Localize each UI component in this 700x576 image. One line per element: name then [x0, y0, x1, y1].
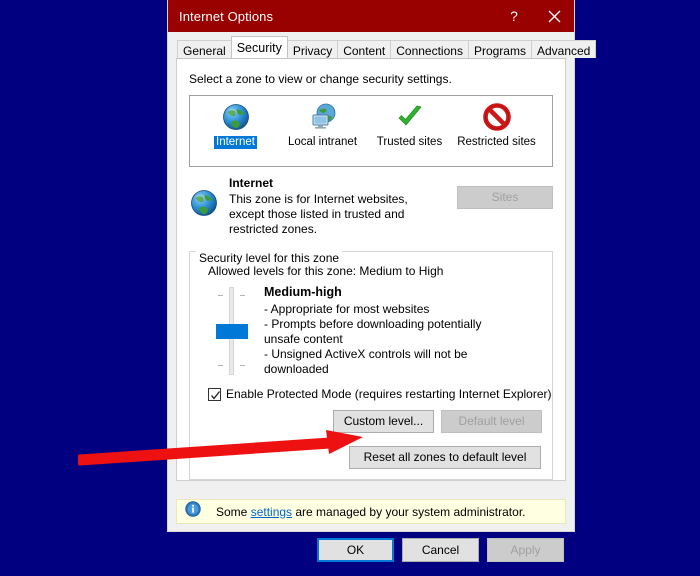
reset-button-row: Reset all zones to default level	[200, 446, 542, 469]
level-button-row: Custom level... Default level	[200, 410, 542, 433]
help-button[interactable]: ?	[494, 0, 534, 32]
tab-content[interactable]: Content	[337, 40, 392, 58]
admin-notice-suffix: are managed by your system administrator…	[292, 504, 526, 519]
security-level-group: Security level for this zone Allowed lev…	[189, 251, 553, 480]
security-tab-panel: Select a zone to view or change security…	[176, 58, 566, 481]
zone-label-restricted-sites: Restricted sites	[457, 136, 536, 148]
security-level-legend: Security level for this zone	[196, 251, 343, 265]
zone-instruction-label: Select a zone to view or change security…	[189, 72, 452, 86]
allowed-levels-label: Allowed levels for this zone: Medium to …	[208, 264, 444, 278]
tab-privacy[interactable]: Privacy	[286, 40, 339, 58]
reset-all-zones-button[interactable]: Reset all zones to default level	[349, 446, 541, 469]
zone-description-body: This zone is for Internet websites, exce…	[229, 192, 408, 236]
close-icon[interactable]	[534, 0, 574, 32]
zone-description: Internet This zone is for Internet websi…	[189, 176, 553, 237]
settings-link[interactable]: settings	[251, 505, 292, 519]
zone-item-restricted-sites[interactable]: Restricted sites	[453, 100, 540, 166]
security-level-text: Medium-high - Appropriate for most websi…	[258, 285, 542, 377]
slider-tick	[218, 295, 223, 296]
zone-item-local-intranet[interactable]: Local intranet	[279, 100, 366, 166]
green-check-icon	[395, 100, 425, 134]
info-icon	[185, 501, 201, 522]
admin-notice-prefix: Some	[216, 504, 251, 519]
intranet-icon	[308, 100, 338, 134]
slider-tick	[240, 295, 245, 296]
zone-item-internet[interactable]: Internet	[192, 100, 279, 166]
default-level-button[interactable]: Default level	[441, 410, 542, 433]
protected-mode-row[interactable]: Enable Protected Mode (requires restarti…	[208, 387, 552, 401]
sites-button[interactable]: Sites	[457, 186, 553, 209]
ok-button[interactable]: OK	[317, 538, 394, 562]
security-level-slider[interactable]	[204, 285, 258, 377]
apply-button[interactable]: Apply	[487, 538, 564, 562]
admin-notice-bar: Some settings are managed by your system…	[176, 499, 566, 524]
protected-mode-checkbox[interactable]	[208, 387, 221, 401]
security-level-row: Medium-high - Appropriate for most websi…	[204, 285, 542, 377]
tab-general[interactable]: General	[177, 40, 232, 58]
zone-list[interactable]: Internet Local intranet Trusted sites Re…	[189, 95, 553, 167]
security-level-bullet: - Prompts before downloading potentially…	[264, 317, 482, 346]
red-prohibition-icon	[482, 100, 512, 134]
protected-mode-label: Enable Protected Mode (requires restarti…	[226, 387, 552, 401]
internet-options-dialog: Internet Options ? General Security Priv…	[168, 0, 597, 562]
zone-item-trusted-sites[interactable]: Trusted sites	[366, 100, 453, 166]
globe-icon	[221, 100, 251, 134]
globe-icon	[189, 176, 229, 237]
admin-notice-text: Some settings are managed by your system…	[216, 505, 525, 519]
cancel-button[interactable]: Cancel	[402, 538, 479, 562]
zone-label-local-intranet: Local intranet	[287, 136, 358, 148]
tab-connections[interactable]: Connections	[390, 40, 469, 58]
slider-tick	[218, 365, 223, 366]
tab-strip: General Security Privacy Content Connect…	[168, 32, 597, 58]
slider-tick	[240, 365, 245, 366]
tab-programs[interactable]: Programs	[467, 40, 532, 58]
security-level-bullet: - Appropriate for most websites	[264, 302, 430, 316]
dialog-footer: OK Cancel Apply	[168, 524, 574, 576]
tab-security[interactable]: Security	[230, 36, 288, 58]
custom-level-button[interactable]: Custom level...	[333, 410, 434, 433]
zone-label-internet: Internet	[214, 136, 257, 149]
tab-advanced[interactable]: Advanced	[530, 40, 597, 58]
slider-thumb[interactable]	[216, 324, 248, 339]
security-level-bullet: - Unsigned ActiveX controls will not be …	[264, 347, 468, 376]
title-bar[interactable]: Internet Options ?	[168, 0, 574, 32]
security-level-frame: Allowed levels for this zone: Medium to …	[189, 251, 553, 480]
security-level-name: Medium-high	[264, 285, 342, 299]
window-title: Internet Options	[179, 8, 274, 24]
zone-label-trusted-sites: Trusted sites	[376, 136, 443, 148]
